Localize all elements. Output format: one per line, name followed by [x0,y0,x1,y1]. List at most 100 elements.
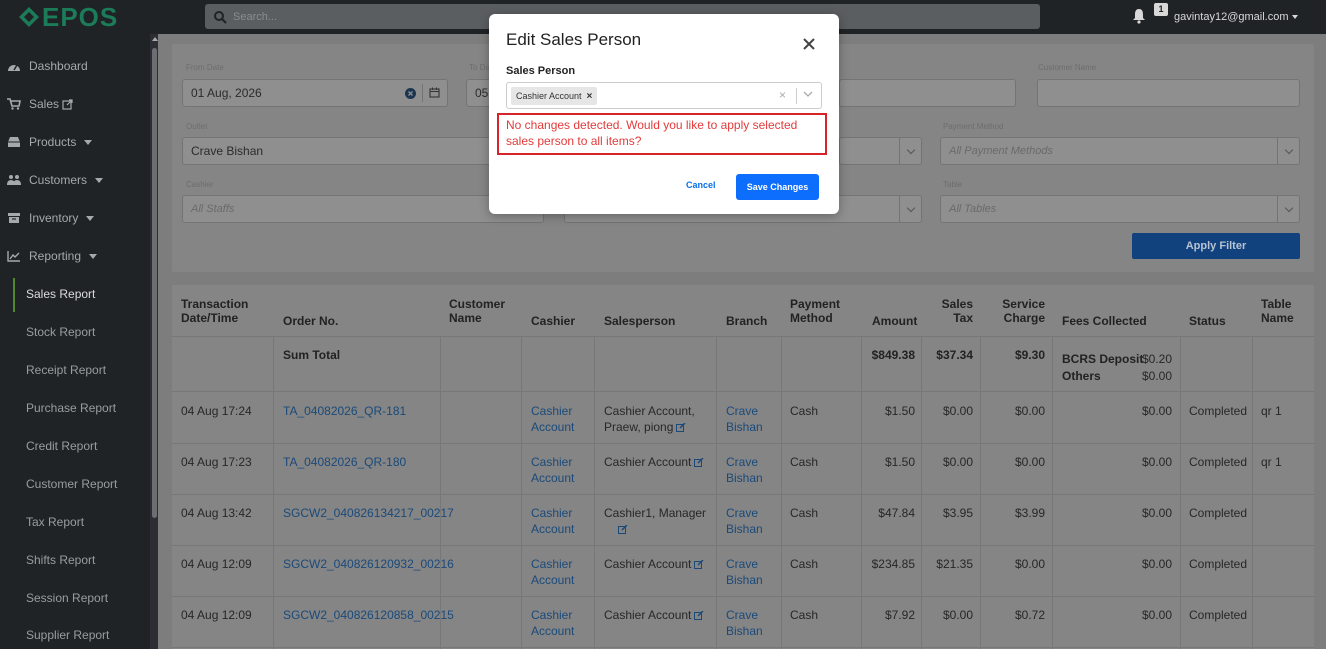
filter-field-partial[interactable] [839,79,1016,107]
cell-cashier-link[interactable]: Cashier Account [531,403,574,435]
sidebar-item-sales[interactable]: Sales [0,89,150,119]
edit-icon[interactable] [694,611,704,620]
table-select[interactable]: All Tables [940,195,1300,223]
header-customer-name[interactable]: Customer Name [449,297,505,325]
edit-icon[interactable] [694,560,704,569]
header-branch[interactable]: Branch [726,314,767,328]
logo-icon [19,7,39,27]
sales-report-table: Transaction Date/Time Order No. Customer N… [172,285,1314,649]
table-label: Table [943,180,963,189]
notification-badge: 1 [1154,3,1168,16]
customer-name-field[interactable] [1037,79,1300,107]
user-menu[interactable]: gavintay12@gmail.com [1174,11,1298,23]
sidebar-scroll-thumb[interactable] [152,48,157,518]
edit-icon[interactable] [676,423,686,432]
cell-service: $0.00 [1014,455,1045,469]
sum-fee-others-value: $0.00 [1142,369,1173,383]
scroll-up-arrow-icon[interactable] [152,37,158,41]
cell-branch-link[interactable]: Crave Bishan [726,403,763,435]
save-changes-button[interactable]: Save Changes [736,174,819,200]
sidebar-item-tax-report[interactable]: Tax Report [0,507,150,537]
cell-order-link[interactable]: SGCW2_040826120858_00215 [283,607,454,623]
archive-icon [8,213,20,223]
cell-fees: $0.00 [1141,506,1172,520]
bell-icon[interactable] [1131,8,1147,24]
cell-branch-link[interactable]: Crave Bishan [726,556,763,588]
sales-person-label: Sales Person [506,65,576,77]
payment-method-select[interactable]: All Payment Methods [940,137,1300,165]
sidebar-item-dashboard[interactable]: Dashboard [0,51,150,81]
sidebar-item-purchase-report[interactable]: Purchase Report [0,393,150,423]
cell-cashier-link[interactable]: Cashier Account [531,505,574,537]
header-amount[interactable]: Amount [872,314,917,328]
header-datetime[interactable]: Transaction Date/Time [181,297,248,325]
cell-order-link[interactable]: TA_04082026_QR-181 [283,403,406,419]
sidebar-item-customers[interactable]: Customers [0,165,150,195]
sidebar-item-supplier-report[interactable]: Supplier Report [0,620,150,649]
filter-select-partial[interactable] [839,137,922,165]
sidebar-item-credit-report[interactable]: Credit Report [0,431,150,461]
sidebar-item-stock-report[interactable]: Stock Report [0,317,150,347]
cell-salesperson: Cashier1, Manager [604,505,706,537]
cell-order-link[interactable]: TA_04082026_QR-180 [283,454,406,470]
box-icon [8,137,20,147]
sidebar-item-receipt-report[interactable]: Receipt Report [0,355,150,385]
sidebar-item-customer-report[interactable]: Customer Report [0,469,150,499]
chevron-down-icon[interactable] [803,89,813,99]
header-payment-method[interactable]: Payment Method [790,297,840,325]
no-changes-warning: No changes detected. Would you like to a… [506,118,798,148]
cancel-button[interactable]: Cancel [686,180,716,190]
app-logo[interactable]: EPOS [18,2,118,32]
sidebar-item-sales-report[interactable]: Sales Report [0,279,150,309]
outlet-select[interactable]: Crave Bishan [182,137,502,165]
cell-salesperson: Cashier Account [604,556,704,572]
header-cashier[interactable]: Cashier [531,314,575,328]
sales-person-multiselect[interactable]: Cashier Account × × [506,82,822,109]
header-table-name[interactable]: Table Name [1261,297,1294,325]
from-date-field[interactable]: 01 Aug, 2026 [182,79,448,107]
header-order-no[interactable]: Order No. [283,314,338,328]
users-icon [7,175,21,185]
search-placeholder: Search... [233,10,278,23]
cell-cashier-link[interactable]: Cashier Account [531,556,574,588]
cell-tax: $3.95 [942,506,973,520]
close-icon[interactable] [801,36,817,52]
cell-order-link[interactable]: SGCW2_040826120932_00216 [283,556,454,572]
col-divider [1180,336,1181,649]
cell-payment: Cash [790,404,819,418]
cell-branch-link[interactable]: Crave Bishan [726,505,763,537]
cell-fees: $0.00 [1141,455,1172,469]
cell-service: $0.00 [1014,557,1045,571]
edit-icon[interactable] [618,525,628,534]
apply-filter-button[interactable]: Apply Filter [1132,233,1300,259]
cell-amount: $47.84 [878,506,915,520]
cell-cashier-link[interactable]: Cashier Account [531,607,574,639]
cell-cashier-link[interactable]: Cashier Account [531,454,574,486]
from-date-label: From Date [186,63,224,72]
remove-chip-icon[interactable]: × [587,91,593,102]
calendar-icon[interactable] [429,87,440,98]
row-divider [172,545,1314,546]
header-salesperson[interactable]: Salesperson [604,314,675,328]
col-divider [1052,336,1053,649]
clear-selection-icon[interactable]: × [779,88,786,102]
cell-order-link[interactable]: SGCW2_040826134217_00217 [283,505,454,521]
header-sales-tax[interactable]: Sales Tax [930,297,973,325]
tachometer-icon [8,64,20,71]
chevron-down-icon [84,139,93,145]
header-service-charge[interactable]: Service Charge [992,297,1045,325]
sidebar-item-products[interactable]: Products [0,127,150,157]
header-status[interactable]: Status [1189,314,1226,328]
cell-tax: $0.00 [942,608,973,622]
clear-circle-icon[interactable] [405,88,416,99]
sum-amount: $849.38 [871,348,915,362]
cell-branch-link[interactable]: Crave Bishan [726,454,763,486]
header-fees-collected[interactable]: Fees Collected [1062,314,1147,328]
sidebar-item-reporting[interactable]: Reporting [0,241,150,271]
sidebar-item-shifts-report[interactable]: Shifts Report [0,545,150,575]
cell-fees: $0.00 [1141,608,1172,622]
edit-icon[interactable] [694,458,704,467]
sidebar-item-inventory[interactable]: Inventory [0,203,150,233]
cell-branch-link[interactable]: Crave Bishan [726,607,763,639]
sidebar-item-session-report[interactable]: Session Report [0,583,150,613]
